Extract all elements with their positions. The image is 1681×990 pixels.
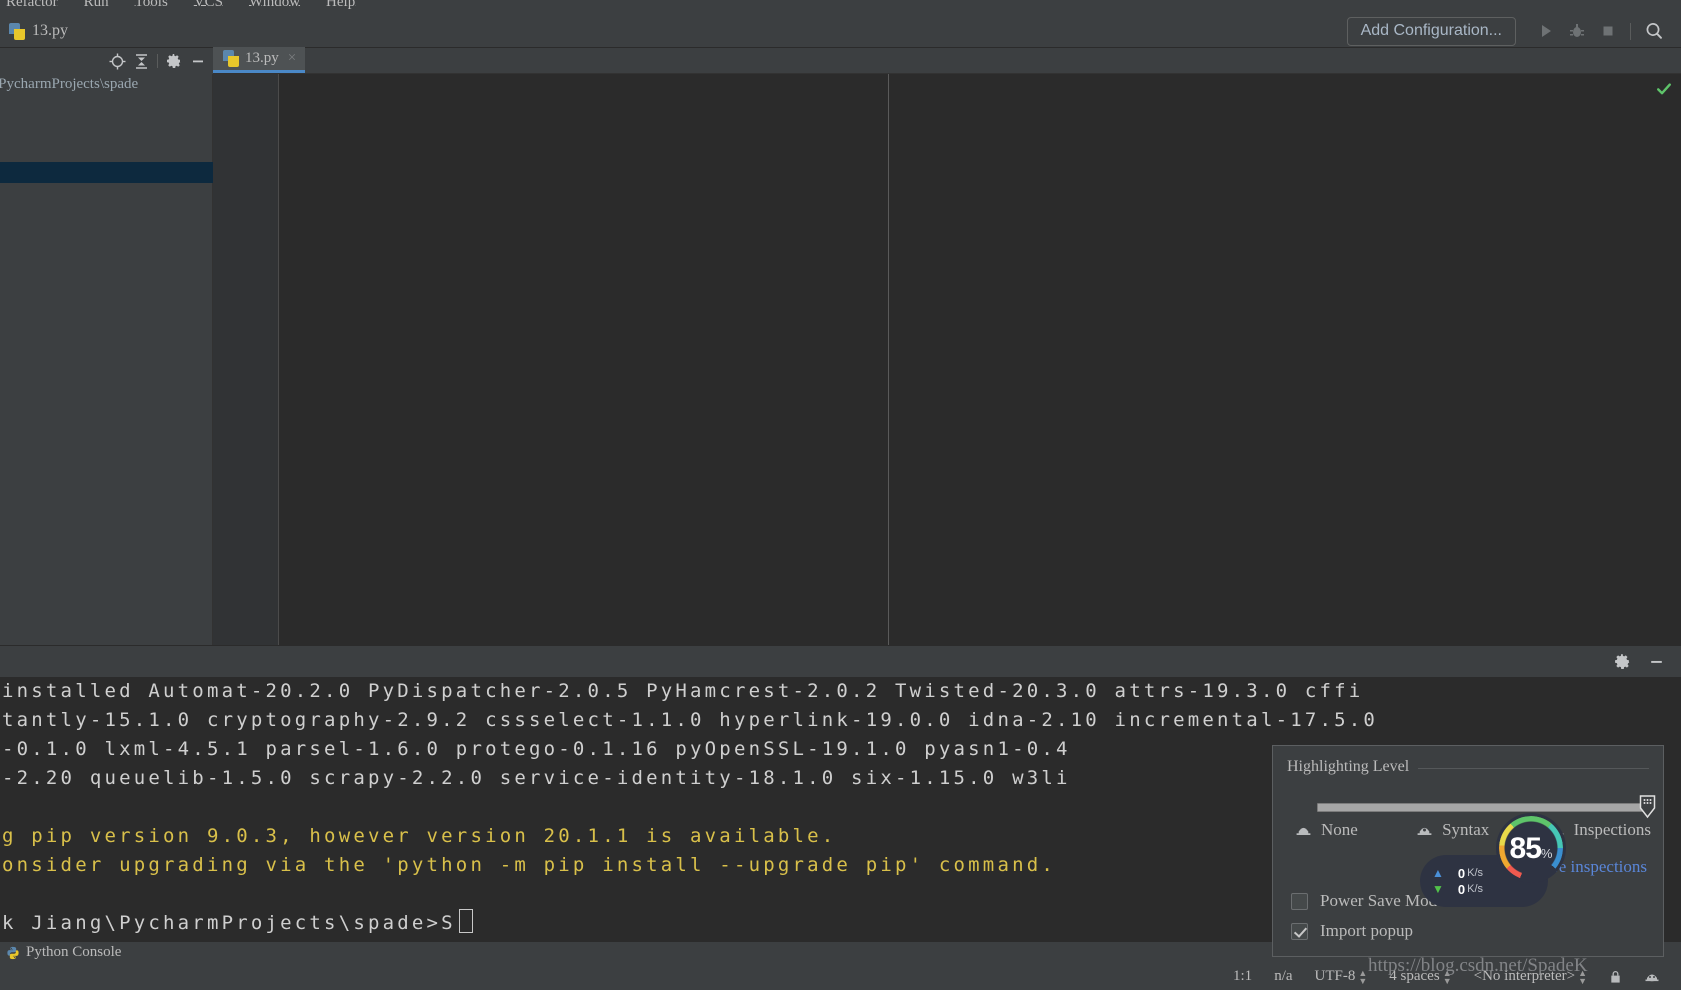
highlighting-level-syntax-label: Syntax	[1442, 820, 1490, 839]
toolbar-divider	[1630, 22, 1631, 40]
pycharm-window: Refactor Run Tools VCS Window Help 13.py…	[0, 0, 1681, 990]
status-line-separator-label: n/a	[1274, 968, 1293, 984]
locate-button[interactable]	[106, 50, 128, 72]
search-icon	[1646, 23, 1662, 39]
project-settings-button[interactable]	[163, 50, 185, 72]
upload-speed-value: 0	[1457, 865, 1466, 881]
project-tree[interactable]: \PycharmProjects\spade	[0, 74, 213, 645]
menu-item-refactor[interactable]: Refactor	[6, 0, 58, 12]
ok-check-icon[interactable]	[1656, 81, 1672, 97]
download-speed-value: 0	[1457, 881, 1466, 897]
search-button[interactable]	[1638, 16, 1669, 47]
status-highlighting-level[interactable]	[1633, 969, 1671, 984]
toolbar-file-title: 13.py	[32, 22, 68, 39]
highlighting-level-none-label: None	[1321, 820, 1358, 839]
hat-inspections-icon	[1645, 974, 1659, 982]
gear-icon	[167, 54, 181, 68]
main-toolbar: 13.py Add Configuration...	[0, 15, 1681, 48]
checkbox-box[interactable]	[1291, 922, 1308, 940]
console-settings-button[interactable]	[1611, 651, 1633, 673]
hide-tool-window-button[interactable]	[187, 50, 209, 72]
import-popup-checkbox[interactable]: Import popup	[1291, 921, 1663, 941]
text-caret	[458, 909, 473, 933]
editor-gutter[interactable]	[213, 74, 279, 645]
editor-tab-bar: 13.py ×	[213, 47, 1681, 74]
import-popup-label: Import popup	[1320, 921, 1414, 940]
code-editor[interactable]	[213, 74, 1681, 645]
minimize-icon	[193, 60, 203, 63]
menu-item-run[interactable]: Run	[84, 0, 109, 12]
project-toolbar-divider	[157, 54, 158, 68]
run-button[interactable]	[1530, 16, 1561, 47]
arrow-up-icon: ▲	[1432, 866, 1444, 880]
status-lock-toggle[interactable]	[1598, 970, 1633, 984]
cpu-usage-unit: %	[1540, 846, 1553, 861]
tree-item-project-path[interactable]: \PycharmProjects\spade	[0, 74, 212, 94]
highlighting-level-inspections-label: Inspections	[1573, 820, 1651, 839]
watermark-url: https://blog.csdn.net/SpadeK	[1368, 955, 1588, 976]
run-icon	[1541, 25, 1551, 37]
arrow-down-icon: ▼	[1432, 882, 1444, 896]
console-toolbar	[0, 645, 1681, 677]
menu-item-vcs[interactable]: VCS	[194, 0, 223, 12]
cpu-usage-gauge[interactable]: 85 %	[1496, 813, 1566, 883]
collapse-all-button[interactable]	[130, 50, 152, 72]
editor-tab-label: 13.py	[245, 50, 279, 66]
project-tool-window: \PycharmProjects\spade	[0, 48, 213, 645]
locate-icon	[109, 53, 125, 69]
python-file-icon	[9, 22, 25, 40]
checkbox-box[interactable]	[1291, 892, 1308, 910]
highlighting-level-title: Highlighting Level	[1287, 758, 1410, 775]
status-encoding-label: UTF-8	[1314, 968, 1356, 984]
cpu-usage-value: 85	[1509, 832, 1542, 865]
project-tool-window-header	[0, 48, 213, 74]
close-icon[interactable]: ×	[288, 50, 296, 67]
minimize-icon	[1650, 660, 1662, 663]
highlighting-level-syntax[interactable]: Syntax	[1416, 820, 1489, 840]
lock-icon	[1611, 970, 1620, 983]
console-footer-label[interactable]: Python Console	[26, 944, 121, 961]
highlighting-level-popup: Highlighting Level None Syntax Inspectio…	[1272, 745, 1664, 957]
hat-syntax-icon	[1417, 827, 1432, 835]
console-prompt-text: k Jiang\PycharmProjects\spade>S	[2, 912, 456, 934]
add-configuration-button[interactable]: Add Configuration...	[1346, 16, 1516, 46]
stop-button[interactable]	[1592, 16, 1623, 47]
highlighting-level-options: None Syntax Inspections	[1295, 820, 1651, 840]
slider-thumb-hat-icon[interactable]	[1638, 794, 1657, 819]
slider-track[interactable]	[1317, 803, 1649, 812]
menu-item-help[interactable]: Help	[326, 0, 355, 12]
collapse-all-icon	[135, 53, 147, 69]
tree-item-selected[interactable]	[0, 162, 213, 183]
status-caret-position-label: 1:1	[1233, 968, 1253, 984]
hat-none-icon	[1296, 827, 1311, 835]
menu-item-window[interactable]: Window	[249, 0, 300, 12]
status-line-separator[interactable]: n/a	[1263, 968, 1303, 985]
python-console-icon	[7, 946, 19, 959]
gear-icon	[1614, 654, 1630, 669]
right-margin-guide	[888, 74, 889, 645]
stop-icon	[1603, 26, 1612, 36]
highlighting-level-slider[interactable]	[1317, 795, 1656, 819]
chevron-updown-icon: ▲ ▼	[1358, 967, 1368, 986]
python-file-icon	[223, 50, 239, 67]
console-hide-button[interactable]	[1645, 651, 1667, 673]
menu-bar: Refactor Run Tools VCS Window Help	[0, 0, 1681, 15]
upload-speed-unit: K/s	[1467, 867, 1484, 879]
debug-button[interactable]	[1561, 16, 1592, 47]
download-speed-row: ▼ 0 K/s	[1432, 882, 1548, 897]
highlighting-level-none[interactable]: None	[1295, 820, 1358, 840]
status-caret-position[interactable]: 1:1	[1222, 968, 1263, 985]
debug-icon	[1569, 24, 1584, 37]
editor-tab-13py[interactable]: 13.py ×	[213, 47, 306, 73]
download-speed-unit: K/s	[1467, 883, 1484, 895]
menu-item-tools[interactable]: Tools	[135, 0, 168, 12]
console-line: installed Automat-20.2.0 PyDispatcher-2.…	[2, 680, 1364, 702]
console-line: tantly-15.1.0 cryptography-2.9.2 csssele…	[2, 709, 1379, 731]
title-divider	[1418, 767, 1649, 769]
